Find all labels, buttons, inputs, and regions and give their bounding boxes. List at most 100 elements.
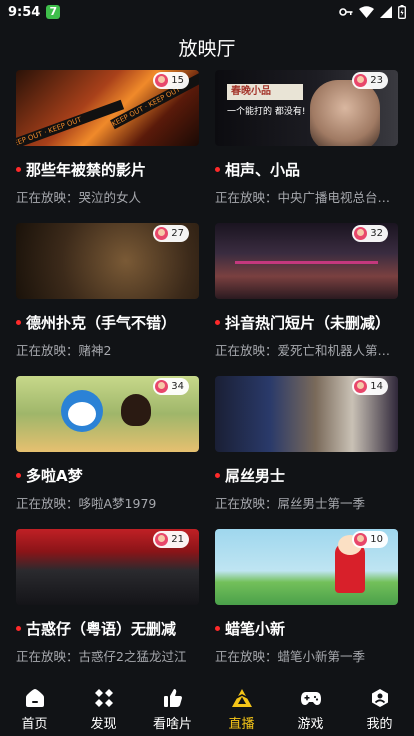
channel-card[interactable]: 34 多啦A梦 正在放映：哆啦A梦1979 xyxy=(16,376,199,529)
discover-icon xyxy=(93,688,115,708)
viewer-count: 10 xyxy=(370,534,383,545)
channel-card[interactable]: 32 抖音热门短片（未删减） 正在放映：爱死亡和机器人第… xyxy=(215,223,398,376)
live-dot-icon xyxy=(215,167,220,172)
now-playing-text: 正在放映：爱死亡和机器人第… xyxy=(215,343,391,358)
viewer-badge: 23 xyxy=(352,72,388,89)
channel-thumbnail[interactable]: 34 xyxy=(16,376,199,452)
profile-icon xyxy=(369,688,391,708)
nav-label: 我的 xyxy=(366,717,393,732)
now-playing-text: 正在放映：哭泣的女人 xyxy=(16,190,142,205)
viewer-count: 32 xyxy=(370,228,383,239)
channel-thumbnail[interactable]: 21 xyxy=(16,529,199,605)
now-playing-text: 正在放映：哆啦A梦1979 xyxy=(16,496,157,511)
nav-recommend[interactable]: 看啥片 xyxy=(138,684,207,736)
channel-title: 古惑仔（粤语）无删减 xyxy=(16,618,199,639)
app-notification-badge: 7 xyxy=(46,5,61,19)
live-dot-icon xyxy=(16,167,21,172)
channel-card[interactable]: 10 蜡笔小新 正在放映：蜡笔小新第一季 xyxy=(215,529,398,682)
now-playing-text: 正在放映：蜡笔小新第一季 xyxy=(215,649,366,664)
viewer-count: 15 xyxy=(171,75,184,86)
channel-card[interactable]: 27 德州扑克（手气不错） 正在放映：赌神2 xyxy=(16,223,199,376)
nav-profile[interactable]: 我的 xyxy=(345,684,414,736)
thumbnail-caption: 春晚小品 xyxy=(227,84,303,100)
channel-card[interactable]: 14 屌丝男士 正在放映：屌丝男士第一季 xyxy=(215,376,398,529)
avatar-icon xyxy=(155,533,169,546)
avatar-icon xyxy=(354,533,368,546)
viewer-badge: 14 xyxy=(352,378,388,395)
battery-icon xyxy=(398,5,406,19)
neon-graphic xyxy=(235,261,378,264)
viewer-count: 27 xyxy=(171,228,184,239)
channel-thumbnail[interactable]: 27 xyxy=(16,223,199,299)
viewer-count: 14 xyxy=(370,381,383,392)
channel-card[interactable]: 21 古惑仔（粤语）无删减 正在放映：古惑仔2之猛龙过江 xyxy=(16,529,199,682)
now-playing-text: 正在放映：赌神2 xyxy=(16,343,112,358)
signal-icon xyxy=(380,6,392,18)
channel-thumbnail[interactable]: 10 xyxy=(215,529,398,605)
avatar-icon xyxy=(354,227,368,240)
thumbs-up-icon xyxy=(162,688,184,708)
status-icons xyxy=(339,5,406,19)
viewer-badge: 27 xyxy=(153,225,189,242)
nav-discover[interactable]: 发现 xyxy=(69,684,138,736)
nav-games[interactable]: 游戏 xyxy=(276,684,345,736)
channel-grid: KEEP OUT · KEEP OUT KEEP OUT · KEEP OUT … xyxy=(16,70,398,682)
avatar-icon xyxy=(155,380,169,393)
channel-title: 屌丝男士 xyxy=(215,465,398,486)
channel-card[interactable]: KEEP OUT · KEEP OUT KEEP OUT · KEEP OUT … xyxy=(16,70,199,223)
channel-card[interactable]: 春晚小品 一个能打的 都没有! 23 相声、小品 正在放映：中央广播电视总台… xyxy=(215,70,398,223)
thumbnail-figure xyxy=(121,394,151,426)
gamepad-icon xyxy=(300,688,322,708)
thumbnail-figure xyxy=(310,80,380,146)
live-dot-icon xyxy=(215,320,220,325)
avatar-icon xyxy=(354,380,368,393)
nav-home[interactable]: 首页 xyxy=(0,684,69,736)
channel-title: 抖音热门短片（未删减） xyxy=(215,312,398,333)
viewer-badge: 10 xyxy=(352,531,388,548)
channel-title: 蜡笔小新 xyxy=(215,618,398,639)
nav-label: 看啥片 xyxy=(152,717,192,732)
now-playing-text: 正在放映：中央广播电视总台… xyxy=(215,190,391,205)
tape-graphic: KEEP OUT · KEEP OUT xyxy=(16,99,125,146)
channel-title: 相声、小品 xyxy=(215,159,398,180)
viewer-badge: 21 xyxy=(153,531,189,548)
live-dot-icon xyxy=(215,473,220,478)
nav-label: 首页 xyxy=(21,717,48,732)
channel-thumbnail[interactable]: KEEP OUT · KEEP OUT KEEP OUT · KEEP OUT … xyxy=(16,70,199,146)
wifi-icon xyxy=(359,6,374,18)
channel-thumbnail[interactable]: 春晚小品 一个能打的 都没有! 23 xyxy=(215,70,398,146)
live-dot-icon xyxy=(215,626,220,631)
home-icon xyxy=(24,688,46,708)
viewer-count: 23 xyxy=(370,75,383,86)
nav-live[interactable]: 直播 xyxy=(207,684,276,736)
viewer-count: 21 xyxy=(171,534,184,545)
live-dot-icon xyxy=(16,473,21,478)
now-playing-text: 正在放映：屌丝男士第一季 xyxy=(215,496,366,511)
bottom-nav: 首页 发现 看啥片 直播 游戏 我的 xyxy=(0,684,414,736)
viewer-badge: 15 xyxy=(153,72,189,89)
avatar-icon xyxy=(354,74,368,87)
now-playing-text: 正在放映：古惑仔2之猛龙过江 xyxy=(16,649,187,664)
channel-thumbnail[interactable]: 14 xyxy=(215,376,398,452)
key-icon xyxy=(339,8,353,16)
channel-thumbnail[interactable]: 32 xyxy=(215,223,398,299)
thumbnail-caption: 一个能打的 都没有! xyxy=(227,107,306,117)
viewer-count: 34 xyxy=(171,381,184,392)
nav-label: 游戏 xyxy=(297,717,324,732)
viewer-badge: 32 xyxy=(352,225,388,242)
page-title: 放映厅 xyxy=(178,38,236,60)
avatar-icon xyxy=(155,227,169,240)
nav-label: 发现 xyxy=(90,717,117,732)
live-dot-icon xyxy=(16,626,21,631)
channel-title: 多啦A梦 xyxy=(16,465,199,486)
nav-label: 直播 xyxy=(228,717,255,732)
status-bar: 9:54 7 xyxy=(0,0,414,24)
thumbnail-figure xyxy=(335,535,365,593)
status-time: 9:54 xyxy=(8,4,41,20)
channel-title: 那些年被禁的影片 xyxy=(16,159,199,180)
avatar-icon xyxy=(155,74,169,87)
viewer-badge: 34 xyxy=(153,378,189,395)
live-icon xyxy=(231,688,253,708)
channel-title: 德州扑克（手气不错） xyxy=(16,312,199,333)
thumbnail-figure xyxy=(61,390,103,432)
